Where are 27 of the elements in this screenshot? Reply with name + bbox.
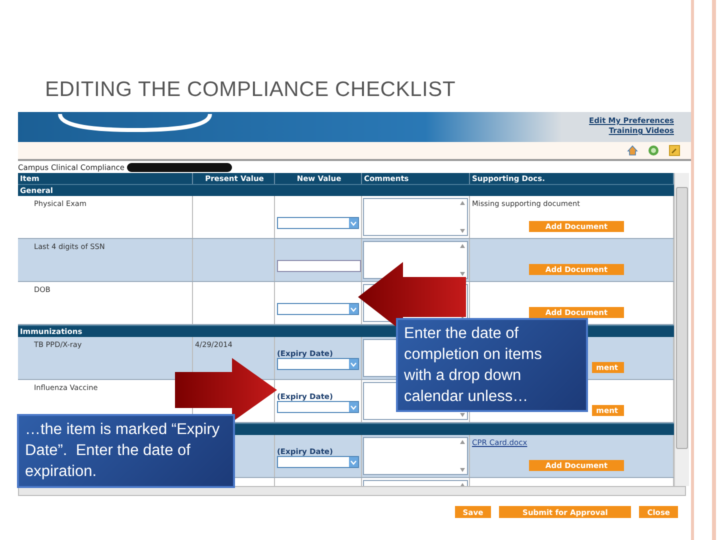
scroll-up-icon[interactable] [460, 244, 465, 248]
scroll-down-icon[interactable] [460, 272, 465, 276]
scroll-down-icon[interactable] [460, 229, 465, 233]
caret-icon [349, 402, 358, 412]
date-dropdown[interactable] [277, 456, 359, 468]
comment-field[interactable] [363, 437, 468, 475]
callout-tooltip: …the item is marked “Expiry Date”. Enter the date of expiration. [17, 414, 235, 488]
vertical-scrollbar[interactable] [674, 173, 689, 486]
horizontal-scrollbar[interactable] [18, 486, 686, 496]
date-dropdown[interactable] [277, 358, 359, 370]
caret-icon [349, 218, 358, 228]
input-field[interactable] [277, 260, 361, 272]
comment-field[interactable] [363, 198, 468, 236]
date-dropdown[interactable] [277, 401, 359, 413]
scroll-up-icon[interactable] [460, 201, 465, 205]
comment-field[interactable] [363, 241, 468, 279]
callout-tooltip: Enter the date of completion on items with a drop down calendar unless… [396, 318, 588, 412]
scroll-up-icon[interactable] [460, 440, 465, 444]
date-dropdown[interactable] [277, 217, 359, 229]
caret-icon [349, 457, 358, 467]
home-icon[interactable] [627, 145, 638, 156]
slide-title: EDITING THE COMPLIANCE CHECKLIST [44, 77, 457, 103]
date-dropdown[interactable] [277, 303, 359, 315]
scroll-down-icon[interactable] [460, 468, 465, 472]
caret-icon [349, 359, 358, 369]
caret-icon [349, 304, 358, 314]
help-icon[interactable] [648, 145, 659, 156]
